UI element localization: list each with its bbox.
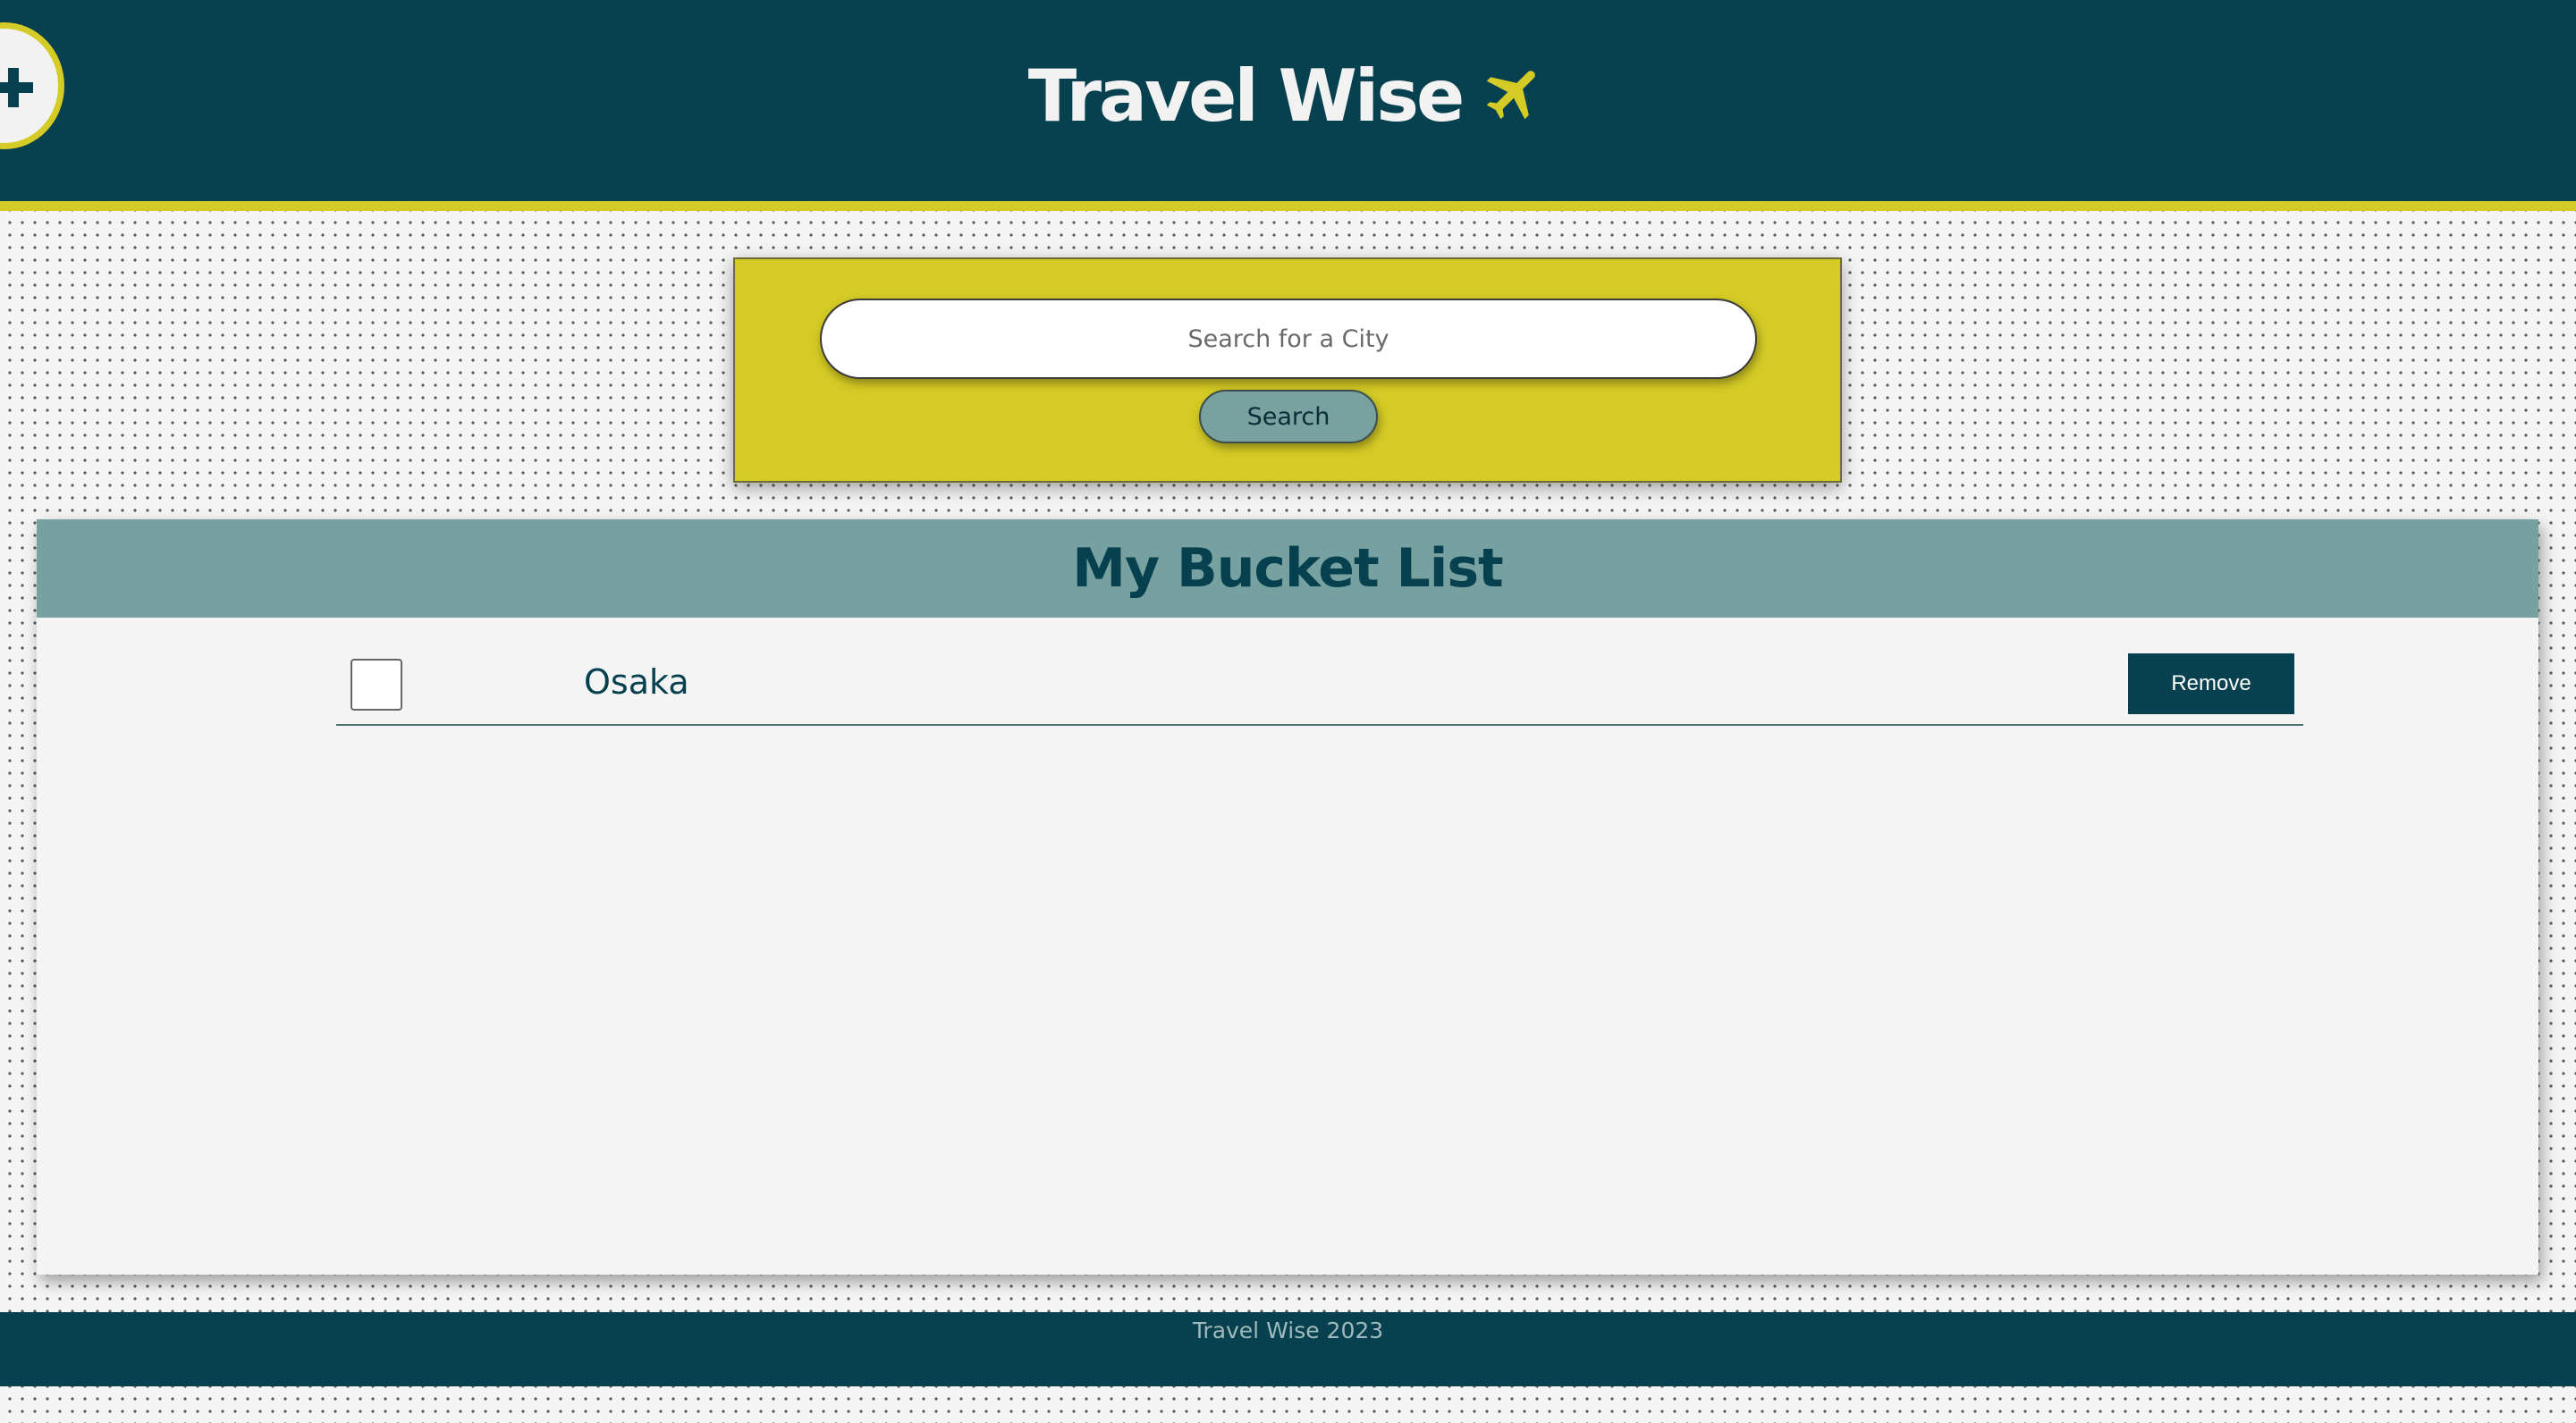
- city-name: Osaka: [584, 662, 689, 702]
- city-search-input[interactable]: [820, 299, 1757, 379]
- visited-checkbox[interactable]: [351, 659, 402, 711]
- search-panel: Search: [733, 257, 1842, 483]
- search-button[interactable]: Search: [1199, 390, 1378, 443]
- footer-text: Travel Wise 2023: [1192, 1318, 1384, 1343]
- remove-button[interactable]: Remove: [2128, 653, 2294, 714]
- airplane-icon: [1486, 71, 1536, 120]
- bucket-list-title: My Bucket List: [1072, 537, 1503, 600]
- bucket-list-header: My Bucket List: [37, 519, 2538, 618]
- bucket-list-panel: My Bucket List Osaka Remove: [37, 519, 2538, 1275]
- brand: Travel Wise: [0, 61, 2576, 132]
- list-item: Osaka Remove: [336, 653, 2303, 726]
- site-footer: Travel Wise 2023: [0, 1312, 2576, 1386]
- site-title: Travel Wise: [1027, 55, 1465, 138]
- site-header: Travel Wise: [0, 0, 2576, 211]
